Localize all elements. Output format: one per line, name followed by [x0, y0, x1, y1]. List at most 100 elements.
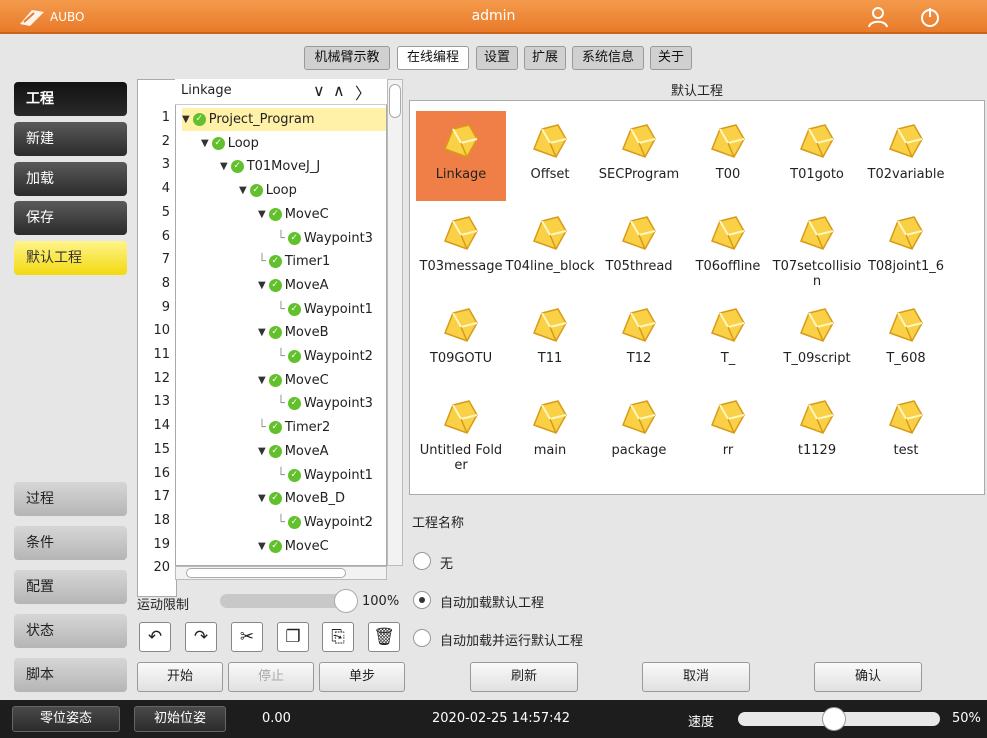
- expand-triangle-icon[interactable]: ▼: [258, 487, 266, 510]
- project-folder[interactable]: T03message: [416, 203, 506, 293]
- speed-slider-handle[interactable]: [822, 707, 846, 731]
- project-folder[interactable]: Untitled Folder: [416, 387, 506, 477]
- tree-node[interactable]: └ ✓ Waypoint1: [277, 298, 373, 321]
- cancel-button[interactable]: 取消: [642, 662, 750, 692]
- tree-node[interactable]: ▼ ✓ MoveC: [258, 203, 329, 226]
- tab-settings[interactable]: 设置: [476, 46, 518, 70]
- project-folder[interactable]: T_: [683, 295, 773, 385]
- project-folder[interactable]: T08joint1_6: [861, 203, 951, 293]
- tree-node[interactable]: └ ✓ Waypoint3: [277, 227, 373, 250]
- sidebar-config[interactable]: 配置: [14, 570, 127, 604]
- vertical-scroll-thumb[interactable]: [389, 84, 401, 118]
- tree-node[interactable]: ▼ ✓ MoveC: [258, 369, 329, 392]
- tab-extend[interactable]: 扩展: [524, 46, 566, 70]
- tree-node[interactable]: ▼ ✓ MoveA: [258, 274, 328, 297]
- project-folder[interactable]: T_09script: [772, 295, 862, 385]
- tree-node[interactable]: └ ✓ Timer1: [258, 250, 330, 273]
- redo-icon[interactable]: ↷: [185, 622, 217, 652]
- power-icon[interactable]: [918, 5, 942, 29]
- tree-node[interactable]: ▼ ✓ MoveA: [258, 440, 328, 463]
- option-none-radio[interactable]: [413, 552, 431, 570]
- option-autoload-run-radio[interactable]: [413, 629, 431, 647]
- project-folder[interactable]: T02variable: [861, 111, 951, 201]
- sidebar-new[interactable]: 新建: [14, 122, 127, 156]
- step-button[interactable]: 单步: [319, 662, 405, 692]
- expand-triangle-icon[interactable]: ▼: [258, 321, 266, 344]
- horizontal-scroll-thumb[interactable]: [186, 568, 346, 578]
- delete-icon[interactable]: 🗑: [368, 622, 400, 652]
- tree-horizontal-scrollbar[interactable]: [175, 566, 387, 580]
- user-icon[interactable]: [866, 5, 890, 29]
- project-folder[interactable]: T12: [594, 295, 684, 385]
- init-pose-button[interactable]: 初始位姿: [134, 706, 226, 732]
- project-folder[interactable]: SECProgram: [594, 111, 684, 201]
- project-folder[interactable]: package: [594, 387, 684, 477]
- project-folder[interactable]: rr: [683, 387, 773, 477]
- tree-node[interactable]: ▼ ✓ MoveC: [258, 535, 329, 558]
- tree-node[interactable]: └ ✓ Waypoint2: [277, 345, 373, 368]
- project-folder[interactable]: T00: [683, 111, 773, 201]
- project-folder[interactable]: Linkage: [416, 111, 506, 201]
- copy-icon[interactable]: ❐: [277, 622, 309, 652]
- tab-system-info[interactable]: 系统信息: [572, 46, 644, 70]
- sidebar-condition[interactable]: 条件: [14, 526, 127, 560]
- speed-limit-handle[interactable]: [334, 589, 358, 613]
- expand-triangle-icon[interactable]: ▼: [258, 274, 266, 297]
- tree-node[interactable]: ▼ ✓ MoveB: [258, 321, 328, 344]
- tab-online-programming[interactable]: 在线编程: [397, 46, 469, 70]
- project-folder[interactable]: t1129: [772, 387, 862, 477]
- chevron-right-icon[interactable]: 〉: [355, 80, 371, 104]
- expand-triangle-icon[interactable]: ▼: [258, 203, 266, 226]
- program-tree[interactable]: ▼ ✓ Project_Program ▼ ✓ Loop ▼ ✓ T01MoveJ_J ▼ ✓ Loo…: [175, 79, 387, 566]
- expand-triangle-icon[interactable]: ▼: [220, 155, 228, 178]
- stop-button[interactable]: 停止: [228, 662, 314, 692]
- expand-triangle-icon[interactable]: ▼: [258, 369, 266, 392]
- expand-triangle-icon[interactable]: ▼: [201, 132, 209, 155]
- tree-node[interactable]: ▼ ✓ T01MoveJ_J: [220, 155, 320, 178]
- project-folder[interactable]: T05thread: [594, 203, 684, 293]
- zero-pose-button[interactable]: 零位姿态: [12, 706, 120, 732]
- refresh-button[interactable]: 刷新: [470, 662, 578, 692]
- chevron-down-icon[interactable]: ∨: [313, 81, 325, 100]
- project-folder[interactable]: T07setcollision: [772, 203, 862, 293]
- paste-icon[interactable]: ⎘: [322, 622, 354, 652]
- tree-node[interactable]: ▼ ✓ Loop: [239, 179, 297, 202]
- tree-node[interactable]: └ ✓ Waypoint2: [277, 511, 373, 534]
- tree-vertical-scrollbar[interactable]: [387, 79, 403, 566]
- expand-triangle-icon[interactable]: ▼: [239, 179, 247, 202]
- tree-node[interactable]: └ ✓ Waypoint3: [277, 392, 373, 415]
- tree-node[interactable]: ▼ ✓ MoveB_D: [258, 487, 345, 510]
- project-folder[interactable]: T04line_block: [505, 203, 595, 293]
- project-folder[interactable]: main: [505, 387, 595, 477]
- expand-triangle-icon[interactable]: ▼: [258, 535, 266, 558]
- sidebar-load[interactable]: 加载: [14, 162, 127, 196]
- sidebar-project[interactable]: 工程: [14, 82, 127, 116]
- sidebar-script[interactable]: 脚本: [14, 658, 127, 692]
- cut-icon[interactable]: ✂: [231, 622, 263, 652]
- sidebar-process[interactable]: 过程: [14, 482, 127, 516]
- start-button[interactable]: 开始: [137, 662, 223, 692]
- tree-node[interactable]: └ ✓ Timer2: [258, 416, 330, 439]
- expand-triangle-icon[interactable]: ▼: [258, 440, 266, 463]
- expand-triangle-icon[interactable]: ▼: [182, 108, 190, 131]
- option-autoload-radio[interactable]: [413, 591, 431, 609]
- tab-teach[interactable]: 机械臂示教: [304, 46, 390, 70]
- sidebar-default-project[interactable]: 默认工程: [14, 241, 127, 275]
- project-folder[interactable]: Offset: [505, 111, 595, 201]
- undo-icon[interactable]: ↶: [139, 622, 171, 652]
- folder-icon: [594, 211, 684, 255]
- project-folder[interactable]: T01goto: [772, 111, 862, 201]
- tab-about[interactable]: 关于: [650, 46, 692, 70]
- project-folder[interactable]: T11: [505, 295, 595, 385]
- chevron-up-icon[interactable]: ∧: [333, 81, 345, 100]
- confirm-button[interactable]: 确认: [814, 662, 922, 692]
- project-folder[interactable]: T09GOTU: [416, 295, 506, 385]
- sidebar-save[interactable]: 保存: [14, 201, 127, 235]
- project-folder[interactable]: test: [861, 387, 951, 477]
- tree-node[interactable]: ▼ ✓ Project_Program: [182, 108, 386, 131]
- project-folder[interactable]: T_608: [861, 295, 951, 385]
- sidebar-status[interactable]: 状态: [14, 614, 127, 648]
- tree-node[interactable]: └ ✓ Waypoint1: [277, 464, 373, 487]
- project-folder[interactable]: T06offline: [683, 203, 773, 293]
- tree-node[interactable]: ▼ ✓ Loop: [201, 132, 259, 155]
